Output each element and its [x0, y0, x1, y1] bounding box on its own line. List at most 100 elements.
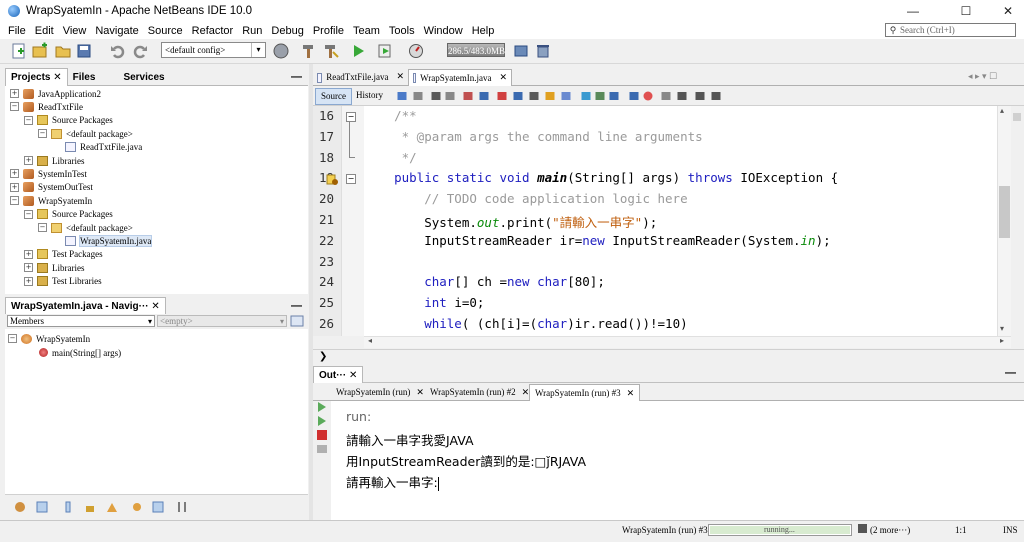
profile-icon[interactable] [407, 42, 425, 60]
status-progress-bar[interactable]: running... [708, 524, 852, 536]
filter-nonpublic-icon[interactable] [61, 500, 75, 514]
collapse-icon[interactable]: − [10, 102, 19, 112]
navigator-context-select[interactable]: <empty> ▾ [157, 315, 287, 327]
chevron-right-icon[interactable]: ❯ [319, 351, 327, 362]
menu-view[interactable]: View [59, 25, 91, 37]
sort-source-icon[interactable] [175, 500, 189, 514]
search-input[interactable]: ⚲ Search (Ctrl+I) [885, 23, 1016, 37]
run-icon[interactable] [349, 42, 367, 60]
collapse-icon[interactable]: − [38, 129, 47, 139]
project-tree-item[interactable]: − Source Packages [24, 114, 113, 127]
open-project-icon[interactable] [54, 42, 72, 60]
rerun-icon[interactable] [316, 401, 328, 413]
trash-icon[interactable] [534, 42, 552, 60]
editor-tool-icon[interactable] [694, 90, 706, 102]
project-tree-item[interactable]: + Libraries [24, 154, 84, 167]
tab-projects[interactable]: Projects ✕ [5, 68, 68, 86]
menu-refactor[interactable]: Refactor [188, 25, 238, 37]
fold-collapse-icon[interactable]: − [346, 112, 356, 122]
menu-team[interactable]: Team [349, 25, 384, 37]
gc-icon[interactable] [512, 42, 530, 60]
editor-tool-icon[interactable] [642, 90, 654, 102]
filter-inherited-icon[interactable] [105, 500, 119, 514]
filter-fields-icon[interactable] [13, 500, 27, 514]
menu-tools[interactable]: Tools [385, 25, 419, 37]
collapse-icon[interactable]: − [24, 115, 33, 125]
expand-icon[interactable]: + [24, 156, 33, 165]
fold-collapse-icon[interactable]: − [346, 174, 356, 184]
editor-vertical-scrollbar[interactable]: ▴ ▾ [997, 106, 1011, 336]
project-tree-item[interactable]: ReadTxtFile.java [52, 141, 142, 154]
stop-icon[interactable] [316, 429, 328, 441]
stop-task-icon[interactable] [858, 524, 867, 533]
tab-output-run-3[interactable]: WrapSyatemIn (run) #3 ✕ [529, 384, 641, 401]
minimize-navigator-button[interactable]: — [291, 300, 302, 312]
menu-file[interactable]: File [4, 25, 30, 37]
filter-static-icon[interactable] [35, 500, 49, 514]
editor-tool-icon[interactable] [660, 90, 672, 102]
expand-icon[interactable]: + [10, 182, 19, 192]
editor-tool-icon[interactable] [478, 90, 490, 102]
override-hint-icon[interactable] [326, 173, 339, 186]
collapse-icon[interactable]: − [38, 223, 47, 232]
redo-icon[interactable] [131, 42, 149, 60]
editor-tool-icon[interactable] [396, 90, 408, 102]
editor-tool-icon[interactable] [594, 90, 606, 102]
menu-source[interactable]: Source [144, 25, 187, 37]
minimize-panel-button[interactable]: — [291, 71, 302, 83]
sort-name-icon[interactable] [151, 500, 165, 514]
editor-tool-icon[interactable] [444, 90, 456, 102]
navigator-options-icon[interactable] [290, 315, 304, 327]
expand-icon[interactable]: + [24, 263, 33, 273]
debug-icon[interactable] [376, 42, 394, 60]
tab-scroll-icons[interactable]: ◂ ▸ ▾ ☐ [968, 71, 997, 82]
project-tree-item[interactable]: + Libraries [24, 261, 84, 274]
close-button[interactable]: ✕ [985, 0, 1024, 22]
editor-tool-icon[interactable] [512, 90, 524, 102]
project-tree-item[interactable]: + SystemInTest [10, 167, 87, 180]
editor-horizontal-scrollbar[interactable]: ◂ ▸ [364, 336, 1011, 348]
collapse-icon[interactable]: − [10, 196, 19, 206]
expand-icon[interactable]: + [24, 276, 33, 286]
editor-tool-icon[interactable] [462, 90, 474, 102]
project-tree-item[interactable]: + SystemOutTest [10, 181, 93, 194]
project-tree-item[interactable]: + JavaApplication2 [10, 87, 101, 100]
project-tree-item[interactable]: − <default package> [38, 221, 133, 234]
editor-tool-icon[interactable] [544, 90, 556, 102]
collapse-icon[interactable]: − [24, 209, 33, 219]
project-tree-item[interactable]: + Test Libraries [24, 275, 102, 288]
save-all-icon[interactable] [75, 42, 93, 60]
menu-window[interactable]: Window [420, 25, 467, 37]
menu-navigate[interactable]: Navigate [91, 25, 142, 37]
editor-tool-icon[interactable] [560, 90, 572, 102]
history-view-button[interactable]: History [351, 88, 388, 103]
project-tree-item[interactable]: − WrapSyatemIn [10, 194, 92, 207]
editor-tool-icon[interactable] [608, 90, 620, 102]
new-project-icon[interactable] [31, 42, 49, 60]
menu-profile[interactable]: Profile [309, 25, 348, 37]
maximize-button[interactable]: ☐ [943, 0, 989, 22]
expand-icon[interactable]: + [10, 89, 19, 98]
navigator-method-row[interactable]: main(String[] args) [39, 346, 121, 359]
tab-navigator[interactable]: WrapSyatemIn.java - Navig··· ✕ [5, 297, 166, 315]
editor-tool-icon[interactable] [628, 90, 640, 102]
config-select[interactable]: <default config> ▾ [161, 42, 266, 58]
menu-run[interactable]: Run [238, 25, 266, 37]
project-tree-item[interactable]: WrapSyatemIn.java [52, 234, 153, 247]
tab-output-run-1[interactable]: WrapSyatemIn (run) ✕ [331, 384, 429, 401]
editor-tool-icon[interactable] [580, 90, 592, 102]
project-tree-item[interactable]: + Test Packages [24, 248, 103, 261]
filter-lock-icon[interactable] [83, 500, 97, 514]
project-tree-item[interactable]: − Source Packages [24, 208, 113, 221]
sort-icon[interactable] [130, 500, 144, 514]
project-tree-item[interactable]: − <default package> [38, 127, 133, 140]
memory-usage-indicator[interactable]: 286.5/483.0MB [447, 43, 505, 57]
menu-edit[interactable]: Edit [31, 25, 58, 37]
editor-tool-icon[interactable] [676, 90, 688, 102]
undo-icon[interactable] [109, 42, 127, 60]
tab-files[interactable]: Files [68, 69, 101, 86]
settings-icon[interactable] [316, 443, 328, 455]
minimize-button[interactable]: — [890, 0, 936, 22]
tab-output[interactable]: Out··· ✕ [313, 366, 364, 383]
clean-build-icon[interactable] [322, 42, 340, 60]
